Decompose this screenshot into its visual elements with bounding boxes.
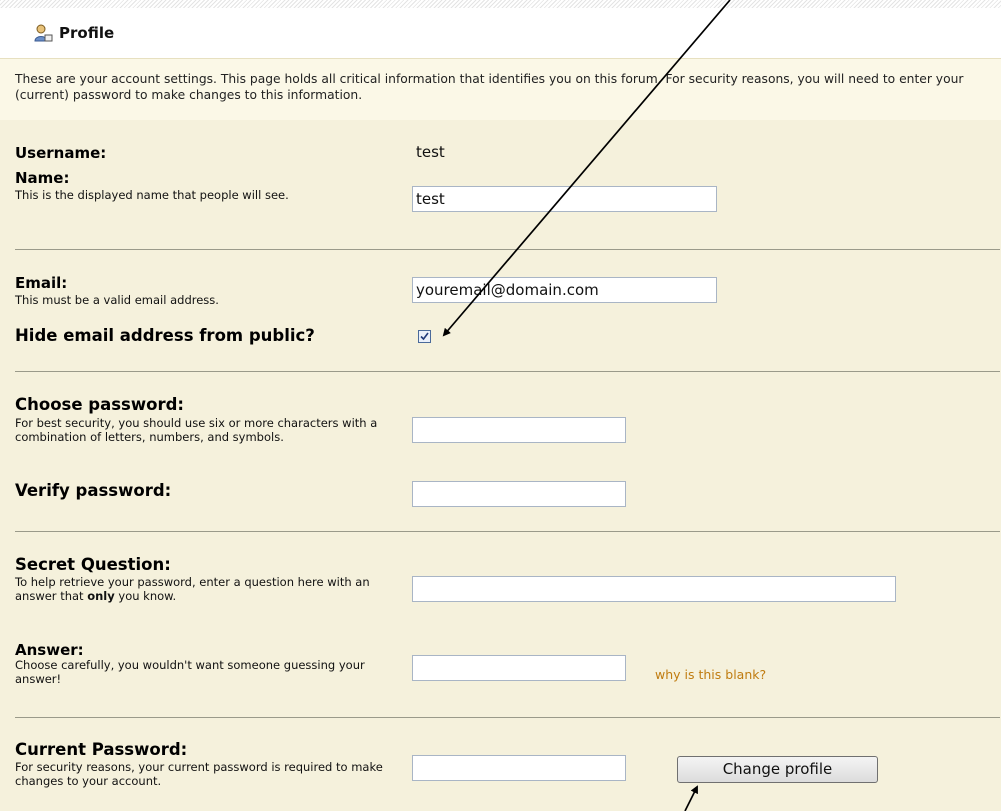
current-password-label: Current Password:: [15, 740, 188, 759]
username-value: test: [416, 143, 445, 161]
name-label: Name:: [15, 169, 70, 187]
divider: [15, 371, 1000, 372]
answer-description: Choose carefully, you wouldn't want some…: [15, 658, 365, 686]
email-label: Email:: [15, 274, 68, 292]
choose-password-label: Choose password:: [15, 395, 184, 414]
intro-text: These are your account settings. This pa…: [15, 72, 964, 102]
answer-input[interactable]: [412, 655, 626, 681]
profile-header: Profile: [0, 8, 1001, 58]
divider: [15, 531, 1000, 532]
profile-form: Username: test Name: This is the display…: [0, 120, 1001, 811]
secret-question-description: To help retrieve your password, enter a …: [15, 575, 370, 603]
change-profile-button[interactable]: Change profile: [677, 756, 878, 783]
current-password-input[interactable]: [412, 755, 626, 781]
email-input[interactable]: youremail@domain.com: [412, 277, 717, 303]
username-label: Username:: [15, 144, 107, 162]
hide-email-checkbox[interactable]: [418, 330, 431, 343]
top-border-strip: [0, 0, 1001, 8]
answer-label: Answer:: [15, 641, 84, 659]
email-description: This must be a valid email address.: [15, 293, 219, 307]
intro-panel: These are your account settings. This pa…: [0, 58, 1001, 121]
verify-password-label: Verify password:: [15, 481, 172, 500]
name-description: This is the displayed name that people w…: [15, 188, 289, 202]
current-password-description: For security reasons, your current passw…: [15, 760, 383, 788]
checkmark-icon: [420, 332, 429, 341]
secret-question-label: Secret Question:: [15, 555, 171, 574]
choose-password-input[interactable]: [412, 417, 626, 443]
divider: [15, 249, 1000, 250]
why-blank-link[interactable]: why is this blank?: [655, 667, 766, 682]
secret-question-input[interactable]: [412, 576, 896, 602]
hide-email-label: Hide email address from public?: [15, 326, 315, 345]
choose-password-description: For best security, you should use six or…: [15, 416, 378, 444]
page-title: Profile: [59, 24, 115, 42]
divider: [15, 717, 1000, 718]
name-input[interactable]: test: [412, 186, 717, 212]
verify-password-input[interactable]: [412, 481, 626, 507]
user-profile-icon: [34, 24, 53, 42]
